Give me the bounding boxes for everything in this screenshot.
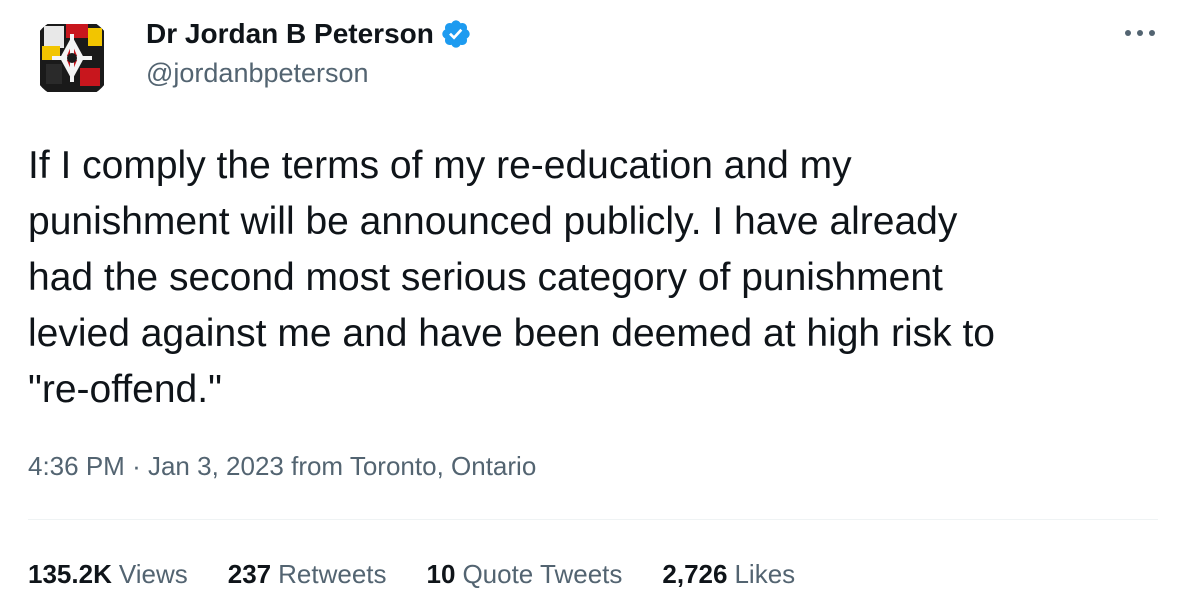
views-count: 135.2K: [28, 559, 112, 589]
quote-tweets-label: Quote Tweets: [462, 559, 623, 589]
retweets-stat[interactable]: 237 Retweets: [228, 555, 387, 593]
tweet-date[interactable]: Jan 3, 2023: [148, 451, 284, 481]
retweets-count: 237: [227, 559, 272, 589]
author-name[interactable]: Dr Jordan B Peterson: [146, 14, 434, 54]
more-options-button[interactable]: [1118, 16, 1162, 50]
likes-stat[interactable]: 2,726 Likes: [662, 555, 795, 593]
retweets-label: Retweets: [278, 559, 387, 589]
author-handle[interactable]: @jordanbpeterson: [146, 54, 369, 92]
tweet-text-line: If I comply the terms of my re-education…: [28, 144, 852, 187]
likes-count: 2,726: [662, 559, 728, 589]
divider: [28, 519, 1158, 520]
views-stat[interactable]: 135.2K Views: [28, 555, 188, 593]
avatar-emblem-icon: [30, 16, 114, 100]
quote-tweets-stat[interactable]: 10 Quote Tweets: [427, 555, 623, 593]
likes-label: Likes: [734, 559, 796, 589]
tweet-text-line: punishment will be announced publicly. I…: [28, 200, 958, 243]
views-label: Views: [118, 559, 188, 589]
tweet-text-line: "re-offend.": [28, 368, 222, 411]
tweet-metadata: 4:36 PM · Jan 3, 2023 from Toronto, Onta…: [28, 446, 536, 486]
tweet-card: Dr Jordan B Peterson @jordanbpeterson If…: [0, 0, 1186, 616]
more-options-icon: [1125, 30, 1155, 36]
author-name-row: Dr Jordan B Peterson: [146, 14, 472, 54]
tweet-text: If I comply the terms of my re-education…: [28, 138, 1168, 418]
tweet-text-line: levied against me and have been deemed a…: [28, 312, 995, 355]
quote-tweets-count: 10: [426, 559, 456, 589]
meta-separator: ·: [132, 451, 141, 481]
tweet-text-line: had the second most serious category of …: [28, 256, 943, 299]
verified-badge-icon: [440, 18, 472, 50]
tweet-source: from Toronto, Ontario: [291, 451, 537, 481]
avatar[interactable]: [30, 16, 114, 100]
engagement-stats: 135.2K Views 237 Retweets 10 Quote Tweet…: [28, 555, 795, 593]
tweet-time[interactable]: 4:36 PM: [28, 451, 125, 481]
